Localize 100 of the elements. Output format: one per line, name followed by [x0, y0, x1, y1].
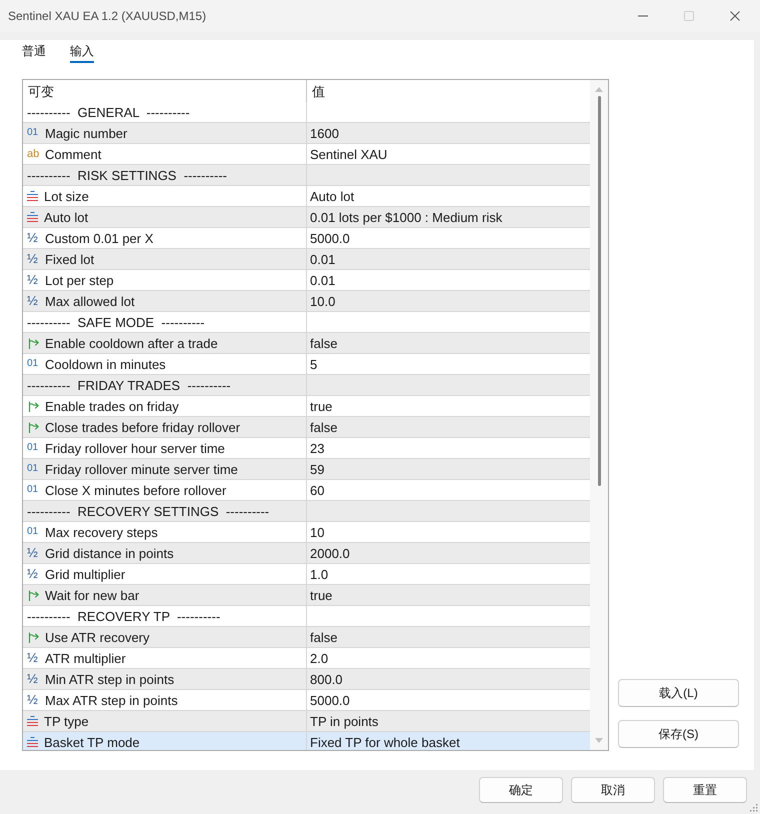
parameter-value: 10 [310, 524, 324, 540]
parameter-row[interactable]: ½ Fixed lot 0.01 [23, 249, 590, 270]
section-heading: ---------- SAFE MODE ---------- [27, 314, 205, 330]
parameter-name: Magic number [45, 126, 128, 140]
parameter-name: Grid multiplier [45, 566, 126, 582]
parameter-value: 0.01 [310, 252, 336, 266]
parameter-row[interactable]: ½ Min ATR step in points 800.0 [23, 669, 590, 690]
parameter-row[interactable]: 01 Max recovery steps 10 [23, 522, 590, 543]
parameter-row[interactable]: ½ Max allowed lot 10.0 [23, 291, 590, 312]
window-title: Sentinel XAU EA 1.2 (XAUUSD,M15) [7, 8, 206, 24]
scroll-up-icon[interactable] [595, 87, 603, 92]
parameter-row[interactable]: 01 Magic number 1600 [23, 123, 590, 144]
parameter-value: 59 [310, 462, 324, 476]
parameter-value: Auto lot [310, 188, 354, 204]
parameter-name: Wait for new bar [45, 588, 140, 602]
parameter-name: Max ATR step in points [45, 692, 178, 708]
tab[interactable]: 普通 [22, 43, 46, 63]
column-header[interactable]: 可变 [28, 84, 54, 98]
digits-icon: 01 [27, 463, 39, 475]
parameter-name: Friday rollover hour server time [45, 440, 225, 456]
parameter-value: 1.0 [310, 566, 328, 582]
scrollbar[interactable] [590, 80, 608, 750]
parameter-row[interactable]: Auto lot 0.01 lots per $1000 : Medium risk [23, 207, 590, 228]
digits-icon: 01 [27, 442, 39, 454]
parameter-value: 5000.0 [310, 230, 350, 246]
parameter-value: 0.01 [310, 272, 336, 288]
parameter-name: Min ATR step in points [45, 672, 174, 686]
parameter-value: TP in points [310, 714, 378, 728]
parameter-row[interactable]: ---------- GENERAL ---------- [23, 102, 590, 123]
parameter-name: Cooldown in minutes [45, 356, 166, 372]
parameter-row[interactable]: Wait for new bar true [23, 585, 590, 606]
parameter-row[interactable]: Enable cooldown after a trade false [23, 333, 590, 354]
fraction-icon: ½ [27, 231, 39, 245]
parameter-row[interactable]: Close trades before friday rollover false [23, 417, 590, 438]
branch-arrow-icon [27, 421, 39, 433]
parameter-row[interactable]: 01 Friday rollover minute server time 59 [23, 459, 590, 480]
parameter-name: Basket TP mode [44, 734, 140, 750]
parameter-value: true [310, 398, 332, 414]
parameter-row[interactable]: ab Comment Sentinel XAU [23, 144, 590, 165]
branch-arrow-icon [27, 337, 39, 349]
parameter-value: 10.0 [310, 294, 336, 308]
parameter-row[interactable]: ---------- SAFE MODE ---------- [23, 312, 590, 333]
parameter-row[interactable]: ---------- RECOVERY SETTINGS ---------- [23, 501, 590, 522]
parameter-name: Close trades before friday rollover [45, 420, 240, 434]
fraction-icon: ½ [27, 546, 39, 560]
ok-button[interactable]: 确定 [479, 777, 563, 803]
parameter-value: 23 [310, 440, 324, 456]
load-button[interactable]: 载入(L) [618, 679, 739, 707]
parameter-value: 5 [310, 356, 318, 372]
parameter-row[interactable]: ½ Grid multiplier 1.0 [23, 564, 590, 585]
parameter-value: 800.0 [310, 672, 343, 686]
save-button[interactable]: 保存(S) [618, 720, 739, 748]
parameter-row[interactable]: TP type TP in points [23, 711, 590, 732]
parameter-name: Auto lot [44, 210, 88, 224]
branch-arrow-icon [27, 400, 39, 412]
digits-icon: 01 [27, 358, 39, 370]
parameter-row[interactable]: Basket TP mode Fixed TP for whole basket [23, 732, 590, 750]
parameter-row[interactable]: 01 Close X minutes before rollover 60 [23, 480, 590, 501]
scrollbar-thumb[interactable] [598, 96, 600, 486]
tab[interactable]: 输入 [70, 43, 94, 63]
parameter-name: Max recovery steps [45, 524, 158, 540]
cancel-button[interactable]: 取消 [571, 777, 655, 803]
parameter-row[interactable]: ½ ATR multiplier 2.0 [23, 648, 590, 669]
parameter-value: 1600 [310, 126, 339, 140]
parameter-row[interactable]: Enable trades on friday true [23, 396, 590, 417]
parameter-row[interactable]: ---------- RECOVERY TP ---------- [23, 606, 590, 627]
parameter-name: Lot per step [45, 272, 114, 288]
parameter-row[interactable]: ½ Custom 0.01 per X 5000.0 [23, 228, 590, 249]
parameter-name: Grid distance in points [45, 546, 174, 560]
fraction-icon: ½ [27, 651, 39, 665]
parameter-row[interactable]: 01 Cooldown in minutes 5 [23, 354, 590, 375]
parameter-name: ATR multiplier [45, 650, 126, 666]
parameter-name: Close X minutes before rollover [45, 482, 226, 498]
parameter-row[interactable]: ---------- FRIDAY TRADES ---------- [23, 375, 590, 396]
parameter-row[interactable]: ½ Max ATR step in points 5000.0 [23, 690, 590, 711]
parameter-name: Max allowed lot [45, 294, 135, 308]
parameter-value: false [310, 630, 338, 644]
parameter-row[interactable]: ---------- RISK SETTINGS ---------- [23, 165, 590, 186]
parameter-value: Fixed TP for whole basket [310, 734, 460, 750]
parameter-row[interactable]: ½ Lot per step 0.01 [23, 270, 590, 291]
parameter-row[interactable]: Use ATR recovery false [23, 627, 590, 648]
digits-icon: 01 [27, 526, 39, 538]
section-heading: ---------- RECOVERY TP ---------- [27, 608, 220, 624]
parameter-row[interactable]: Lot size Auto lot [23, 186, 590, 207]
fraction-icon: ½ [27, 672, 39, 686]
digits-icon: 01 [27, 484, 39, 496]
list-lines-icon [27, 212, 38, 222]
parameter-row[interactable]: 01 Friday rollover hour server time 23 [23, 438, 590, 459]
parameter-value: false [310, 420, 338, 434]
parameter-row[interactable]: ½ Grid distance in points 2000.0 [23, 543, 590, 564]
column-header[interactable]: 值 [312, 84, 325, 98]
scroll-down-icon[interactable] [595, 738, 603, 743]
parameter-name: Enable trades on friday [45, 398, 179, 414]
close-icon [730, 11, 740, 21]
reset-button[interactable]: 重置 [663, 777, 747, 803]
parameter-name: Custom 0.01 per X [45, 230, 154, 246]
parameter-name: Comment [45, 146, 102, 162]
resize-grip-icon[interactable] [749, 803, 758, 812]
parameter-name: Use ATR recovery [45, 630, 150, 644]
parameter-value: 2000.0 [310, 546, 350, 560]
